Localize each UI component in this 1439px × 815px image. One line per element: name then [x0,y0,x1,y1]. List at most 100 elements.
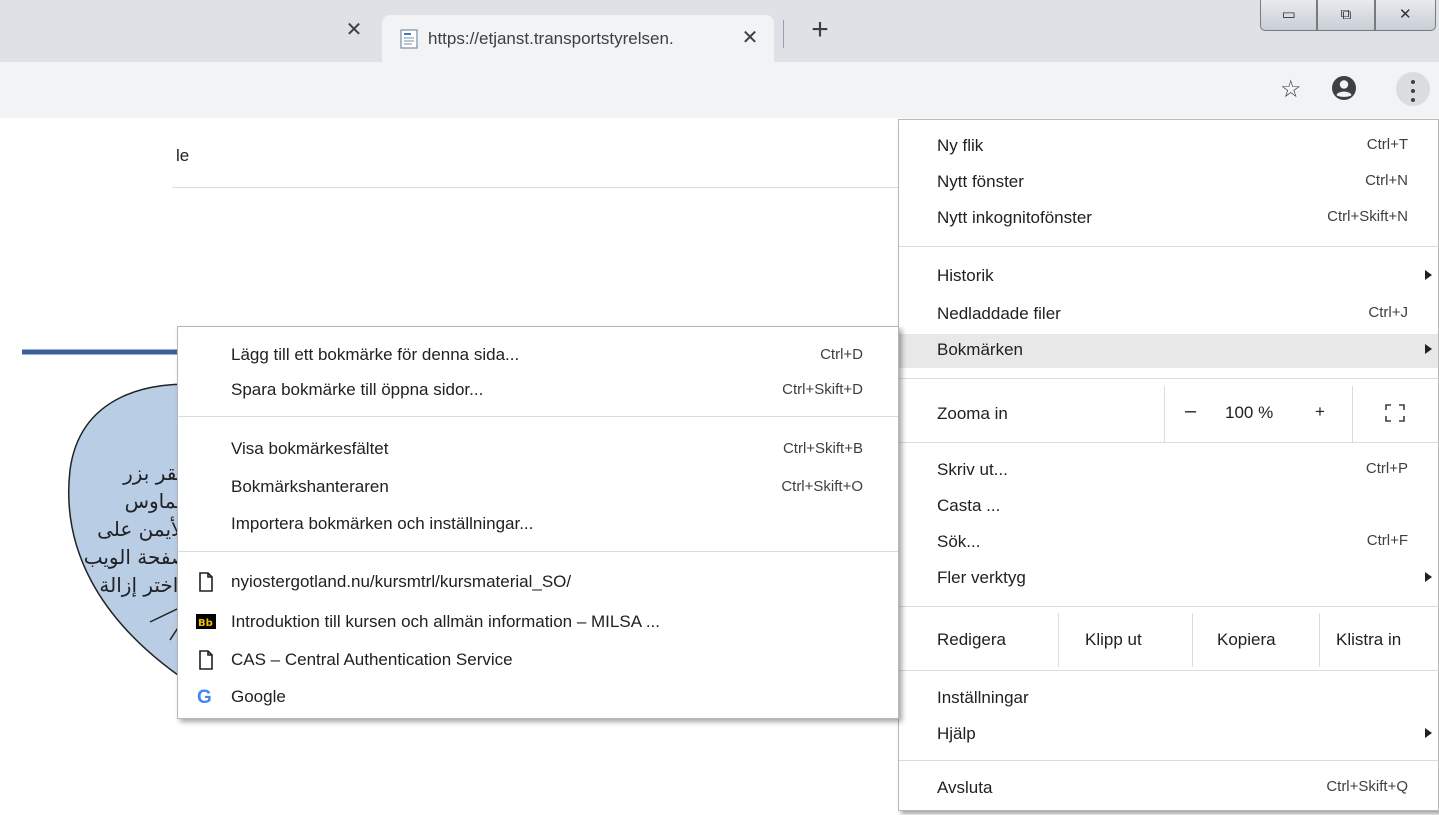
menu-item-label: Nytt fönster [937,172,1024,191]
menu-kebab-icon[interactable] [1396,72,1430,106]
menu-separator [899,606,1438,607]
submenu-item-shortcut: Ctrl+Skift+O [781,478,863,495]
menu-item-label: Inställningar [937,688,1029,707]
menu-item-downloads[interactable]: Nedladdade filer Ctrl+J [899,298,1438,332]
menu-item-shortcut: Ctrl+T [1366,136,1408,153]
maximize-button[interactable]: ⧉ [1317,0,1375,31]
menu-item-cast[interactable]: Casta ... [899,490,1438,524]
new-tab-button[interactable]: + [805,14,835,46]
active-tab[interactable]: https://etjanst.transportstyrelsen. ✕ [382,15,774,62]
fullscreen-icon[interactable] [1385,404,1405,422]
tab-close-icon[interactable]: ✕ [738,26,762,50]
account-icon[interactable] [1330,74,1358,102]
submenu-item-show-bookmarks-bar[interactable]: Visa bokmärkesfältet Ctrl+Skift+B [178,434,898,464]
menu-item-label: Avsluta [937,778,993,797]
page-favicon-icon [400,29,418,49]
bookmark-item[interactable]: CAS – Central Authentication Service [178,645,898,675]
edit-row: Redigera Klipp ut Kopiera Klistra in [899,613,1438,667]
chrome-main-menu: Ny flik Ctrl+T Nytt fönster Ctrl+N Nytt … [898,119,1439,811]
previous-tab-close-icon[interactable]: ✕ [342,18,366,42]
zoom-label: Zooma in [937,404,1008,423]
submenu-item-add-bookmark[interactable]: Lägg till ett bokmärke för denna sida...… [178,340,898,370]
zoom-controls: – 100 % + [1164,386,1353,442]
menu-item-new-tab[interactable]: Ny flik Ctrl+T [899,130,1438,164]
zoom-row: Zooma in – 100 % + [899,386,1438,442]
bookmark-label: CAS – Central Authentication Service [231,650,513,669]
submenu-item-label: Importera bokmärken och inställningar... [231,514,534,533]
menu-separator [899,378,1438,379]
bookmark-item[interactable]: nyiostergotland.nu/kursmtrl/kursmaterial… [178,567,898,597]
menu-item-bookmarks[interactable]: Bokmärken [899,334,1438,368]
menu-item-incognito[interactable]: Nytt inkognitofönster Ctrl+Skift+N [899,202,1438,236]
submenu-item-import-bookmarks[interactable]: Importera bokmärken och inställningar... [178,509,898,539]
menu-item-shortcut: Ctrl+P [1365,460,1408,477]
submenu-arrow-icon [1425,572,1432,582]
menu-item-shortcut: Ctrl+F [1366,532,1408,549]
menu-separator [899,760,1438,761]
zoom-level: 100 % [1225,403,1274,422]
menu-item-shortcut: Ctrl+Skift+N [1327,208,1408,225]
menu-item-help[interactable]: Hjälp [899,718,1438,752]
bookmark-item[interactable]: G Google [178,682,898,712]
menu-item-more-tools[interactable]: Fler verktyg [899,562,1438,596]
window-close-button[interactable]: ✕ [1374,0,1436,31]
menu-item-label: Bokmärken [937,340,1023,359]
menu-item-find[interactable]: Sök... Ctrl+F [899,526,1438,560]
menu-item-label: Sök... [937,532,981,551]
bookmark-label: Google [231,687,286,706]
menu-dot [1411,98,1415,102]
tab-separator [783,20,784,48]
zoom-out-button[interactable]: – [1185,400,1196,423]
submenu-item-shortcut: Ctrl+Skift+B [782,440,863,457]
cut-button[interactable]: Klipp ut [1058,613,1193,667]
submenu-item-shortcut: Ctrl+Skift+D [782,381,863,398]
menu-item-label: Skriv ut... [937,460,1008,479]
submenu-item-bookmark-manager[interactable]: Bokmärkshanteraren Ctrl+Skift+O [178,472,898,502]
menu-item-label: Casta ... [937,496,1001,515]
bookmark-star-icon[interactable]: ☆ [1280,75,1302,104]
menu-item-history[interactable]: Historik [899,260,1438,294]
minimize-button[interactable]: ▭ [1260,0,1318,31]
callout-text: انقر بزر الماوس الأيمن على صفحة الويب وا… [78,459,188,599]
blackboard-icon: Bb [196,614,216,629]
submenu-item-label: Bokmärkshanteraren [231,477,389,496]
bookmarks-submenu: Lägg till ett bokmärke för denna sida...… [177,326,899,719]
submenu-arrow-icon [1425,270,1432,280]
menu-item-shortcut: Ctrl+J [1368,304,1408,321]
menu-separator [899,442,1438,443]
menu-item-settings[interactable]: Inställningar [899,682,1438,716]
callout-line: الماوس [124,489,188,513]
submenu-item-bookmark-open-pages[interactable]: Spara bokmärke till öppna sidor... Ctrl+… [178,375,898,405]
menu-separator [899,246,1438,247]
submenu-item-label: Spara bokmärke till öppna sidor... [231,380,484,399]
bookmark-item[interactable]: Bb Introduktion till kursen och allmän i… [178,607,898,637]
menu-item-label: Ny flik [937,136,984,155]
submenu-separator [178,416,898,417]
menu-dot [1411,89,1415,93]
menu-item-label: Nytt inkognitofönster [937,208,1092,227]
cut-label: Klipp ut [1085,630,1142,649]
paste-button[interactable]: Klistra in [1319,613,1439,667]
menu-item-label: Fler verktyg [937,568,1026,587]
menu-dot [1411,80,1415,84]
bookmark-label: Introduktion till kursen och allmän info… [231,612,660,631]
submenu-separator [178,551,898,552]
callout-line: انقر بزر [123,461,188,485]
svg-text:G: G [197,687,212,708]
submenu-item-label: Lägg till ett bokmärke för denna sida... [231,345,520,364]
fullscreen-cell [1352,386,1439,442]
callout-line: صفحة الويب [83,545,188,569]
submenu-arrow-icon [1425,728,1432,738]
google-icon: G [197,687,212,708]
callout-line: الأيمن على [97,517,188,541]
menu-item-print[interactable]: Skriv ut... Ctrl+P [899,454,1438,488]
page-divider [172,187,907,188]
menu-item-shortcut: Ctrl+Skift+Q [1326,778,1408,795]
menu-item-new-window[interactable]: Nytt fönster Ctrl+N [899,166,1438,200]
callout-line: واختر إزالة [99,573,188,597]
submenu-arrow-icon [1425,344,1432,354]
copy-button[interactable]: Kopiera [1192,613,1320,667]
zoom-in-button[interactable]: + [1315,402,1325,422]
menu-item-exit[interactable]: Avsluta Ctrl+Skift+Q [899,772,1438,806]
menu-separator [899,670,1438,671]
